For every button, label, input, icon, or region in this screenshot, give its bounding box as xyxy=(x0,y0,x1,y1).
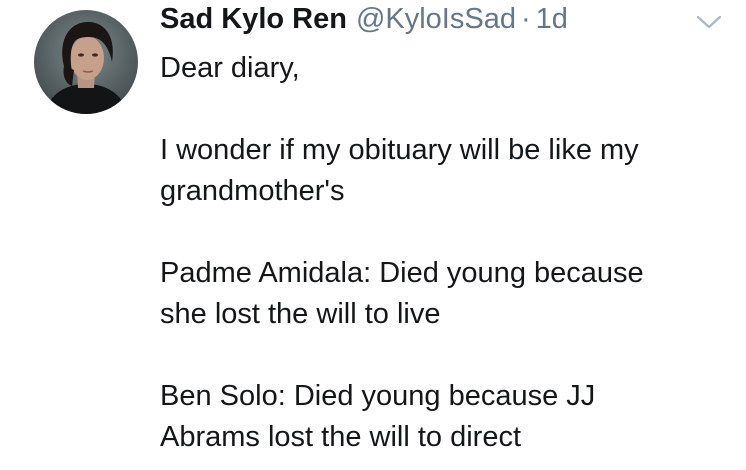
separator-dot: · xyxy=(520,3,531,35)
tweet-header: Sad Kylo Ren @KyloIsSad · 1d xyxy=(160,3,568,43)
user-handle[interactable]: @KyloIsSad xyxy=(356,3,516,36)
tweet-paragraph-obituary: I wonder if my obituary will be like my … xyxy=(160,134,639,207)
tweet-paragraph-greeting: Dear diary, xyxy=(160,52,300,84)
tweet: Sad Kylo Ren @KyloIsSad · 1d Dear diary,… xyxy=(0,0,746,470)
timestamp[interactable]: 1d xyxy=(536,3,568,36)
display-name[interactable]: Sad Kylo Ren xyxy=(160,3,347,36)
chevron-down-icon[interactable] xyxy=(694,12,724,32)
avatar[interactable] xyxy=(34,10,138,114)
avatar-image xyxy=(34,10,138,114)
tweet-paragraph-ben: Ben Solo: Died young because JJ Abrams l… xyxy=(160,380,596,453)
tweet-paragraph-padme: Padme Amidala: Died young because she lo… xyxy=(160,257,644,330)
tweet-text: Dear diary, I wonder if my obituary will… xyxy=(160,48,730,458)
